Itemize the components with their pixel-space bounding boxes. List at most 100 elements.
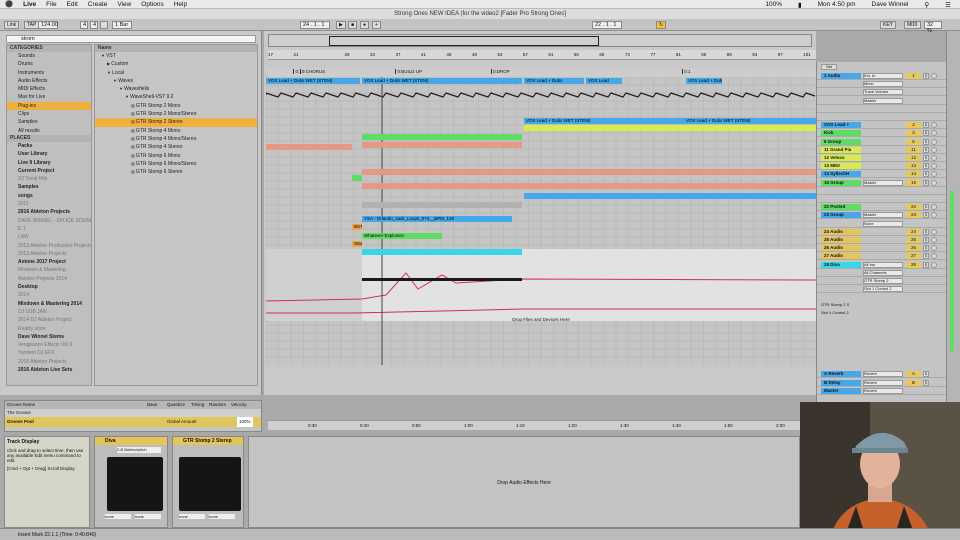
file-item[interactable]: ▼ Waves [95,77,257,85]
mixer-track-row[interactable]: 22 Posted 22 S [817,203,947,212]
file-item[interactable]: ▤ GTR Stomp 6 Mono [95,152,257,160]
solo-button[interactable]: S [923,179,929,186]
mixer-track-row[interactable]: 13 MIDI 13 S [817,162,947,171]
mixer-track-row[interactable]: 1 Audio Ext. In 1 S [817,72,947,80]
time-sig-den[interactable]: 4 [90,21,98,29]
device-diva-preset[interactable]: 2-B Butterz/pitch [117,447,161,453]
mixer-track-row[interactable] [817,187,947,195]
solo-button[interactable]: S [923,261,929,268]
arrangement-clip[interactable] [362,142,522,148]
arrangement-clip[interactable] [266,144,352,150]
global-amount-value[interactable]: 100% [237,417,253,427]
overview-viewport[interactable] [329,36,599,46]
category-item[interactable]: MIDI Effects [7,85,91,93]
track-number-button[interactable]: 23 [906,212,921,219]
solo-button[interactable]: S [923,155,929,161]
solo-button[interactable]: S [923,138,929,145]
mixer-track-row[interactable]: 11 Grand Pia 11 S [817,146,947,154]
file-item[interactable]: ▤ GTR Stomp 6 Stereo [95,168,257,176]
track-name[interactable]: 25 Audio [821,237,861,243]
track-name[interactable]: 6 Group [821,138,861,145]
mixer-track-row[interactable]: GTR Stomp 2 [817,277,947,285]
arrangement-clip[interactable]: VOX Lead + Dubs WET (STEM) [266,78,360,84]
drop-files-area[interactable]: Drop Files and Devices Here [266,317,816,322]
track-name[interactable]: 22 Posted [821,204,861,211]
track-name[interactable]: 23 Group [821,212,861,219]
drop-audio-effects-area[interactable]: Drop Audio Effects Here [248,436,800,528]
file-item[interactable]: ▼ Local [95,69,257,77]
arrangement-clip[interactable]: VOX Lead + Dubs WET (STEM) [684,118,816,124]
category-item[interactable]: Sounds [7,52,91,60]
return-track-row[interactable]: B Delay Reverb B S [817,379,947,387]
return-track-name[interactable]: Master [821,388,861,394]
track-io-select[interactable]: GTR Stomp 2 [863,278,903,284]
arm-button[interactable] [931,204,937,211]
file-item[interactable]: ▼ VST [95,52,257,60]
locator-strip[interactable]: 0:1 0:CHORUS 0:BUILD UP 0:DROP 0:1 [268,69,816,77]
mixer-track-row[interactable]: All Channels [817,269,947,277]
track-lanes[interactable]: VOX Lead + Dubs WET (STEM) VOX Lead + Dub… [266,77,816,365]
place-item[interactable]: DJ USB JAN [7,308,91,316]
mixer-track-row[interactable] [817,113,947,121]
menu-help[interactable]: Help [174,1,187,8]
arrangement-clip[interactable] [362,249,522,255]
user-name[interactable]: Dave Winnel [872,1,909,8]
track-name[interactable]: 24 Audio [821,228,861,235]
arrangement-clip[interactable]: VOX Lead + Dubs [524,78,584,84]
solo-button[interactable]: S [923,228,929,235]
locator-marker[interactable]: 0:1 [682,69,690,74]
arrangement-clip[interactable]: Whatever Explosion [362,233,442,239]
place-item[interactable]: 2013 Ableton Projects [7,250,91,258]
arm-button[interactable] [931,122,937,129]
mixer-track-row[interactable]: 28 Diva All Ins 28 S [817,261,947,269]
arm-button[interactable] [931,171,937,178]
solo-button[interactable]: S [923,122,929,129]
place-item[interactable]: Current Project [7,167,91,175]
place-item[interactable]: Packs [7,142,91,150]
place-item[interactable]: User Library [7,150,91,158]
place-item[interactable]: Samples [7,183,91,191]
loop-start-field[interactable]: 22 . 1 . 1 [592,21,622,29]
arrangement-clip[interactable] [362,278,522,281]
mixer-track-row[interactable]: Track Volume [817,88,947,97]
track-io-select[interactable]: None [863,220,903,227]
midi-map-button[interactable]: MIDI [904,21,921,29]
apple-icon[interactable]: ⚫ [5,0,13,8]
track-number-button[interactable]: 11 [906,146,921,153]
return-select[interactable]: Reverb [863,379,903,386]
file-item[interactable]: ▶ Custom [95,60,257,68]
category-item[interactable]: Max for Live [7,93,91,101]
device-diva-select-b[interactable]: none [135,514,161,519]
file-item[interactable]: ▼ Wavesfiells [95,85,257,93]
menu-file[interactable]: File [46,1,56,8]
tempo-field[interactable]: 124.00 [38,21,58,29]
track-name[interactable]: 28 Diva [821,261,861,268]
track-io-select[interactable]: Mixer [863,81,903,88]
arm-button[interactable] [931,253,937,260]
return-track-row[interactable]: Master Reverb [817,387,947,395]
time-ruler[interactable]: 0:30 0:40 0:50 1:00 1:10 1:20 1:30 1:40 1:50 2:00 [268,420,816,430]
device-diva-select-a[interactable]: none [105,514,131,519]
search-icon[interactable]: ⚲ [924,1,929,9]
place-item[interactable]: Mixdown & Mastering [7,266,91,274]
place-item[interactable]: 2011 [7,200,91,208]
arm-button[interactable] [931,245,937,252]
track-number-button[interactable]: 15 [906,179,921,186]
arrangement-clip[interactable] [362,134,522,140]
mixer-track-row[interactable]: 23 Group Master 23 S [817,211,947,220]
locator-marker[interactable]: 0:DROP [491,69,510,74]
solo-button[interactable]: S [923,253,929,260]
arrangement-overview[interactable] [268,34,812,47]
track-number-button[interactable]: 6 [906,138,921,145]
track-name[interactable]: 11 Grand Pia [821,146,861,153]
arrangement-clip[interactable]: VOX Lead [586,78,622,84]
track-number-button[interactable]: 13 [906,163,921,170]
solo-button[interactable]: S [923,130,929,137]
arrangement-clip[interactable] [524,125,816,131]
track-number-button[interactable]: 27 [906,253,921,260]
arrangement-clip[interactable]: Star [352,241,362,247]
return-track-name[interactable]: B Delay [821,379,861,386]
mixer-track-row[interactable]: Master [817,97,947,105]
mixer-track-row[interactable]: None [817,220,947,228]
name-column-header[interactable]: Name [95,45,257,52]
